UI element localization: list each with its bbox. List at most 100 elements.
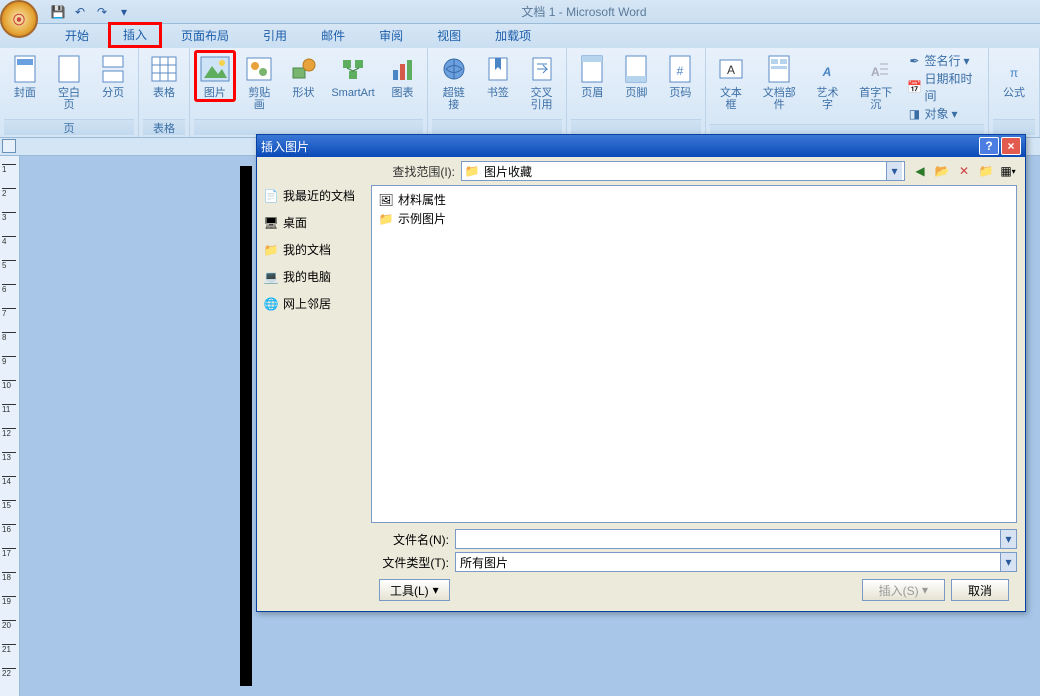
tab-start[interactable]: 开始 — [50, 23, 104, 48]
tab-view[interactable]: 视图 — [422, 23, 476, 48]
up-folder-icon: 📂 — [935, 164, 950, 178]
title-bar: 💾 ↶ ↷ ▾ 文档 1 - Microsoft Word — [0, 0, 1040, 24]
shapes-button[interactable]: 形状 — [283, 50, 325, 102]
help-button[interactable]: ? — [979, 137, 999, 155]
office-button[interactable]: ⦿ — [0, 0, 38, 38]
dialog-toolbar: ◀ 📂 ✕ 📁 ▦▾ — [911, 162, 1017, 180]
insert-button[interactable]: 插入(S) ▾ — [862, 579, 945, 601]
help-icon: ? — [985, 139, 992, 153]
chevron-down-icon[interactable]: ▾ — [886, 162, 902, 180]
bookmark-button[interactable]: 书签 — [477, 50, 519, 102]
wordart-button[interactable]: A 艺术字 — [807, 50, 848, 114]
blank-page-button[interactable]: 空白页 — [48, 50, 91, 114]
filetype-value: 所有图片 — [456, 554, 1000, 571]
lookin-value: 图片收藏 — [484, 163, 886, 180]
group-pages: 封面 空白页 分页 页 — [0, 48, 139, 137]
picture-button[interactable]: 图片 — [194, 50, 236, 102]
places-bar: 📄我最近的文档 🖥桌面 📁我的文档 💻我的电脑 🌐网上邻居 — [257, 157, 371, 611]
close-button[interactable]: × — [1001, 137, 1021, 155]
ruler-corner-icon[interactable] — [2, 139, 16, 153]
tab-insert[interactable]: 插入 — [108, 22, 162, 48]
quick-parts-button[interactable]: 文档部件 — [753, 50, 804, 114]
window-title: 文档 1 - Microsoft Word — [132, 3, 1036, 20]
svg-text:#: # — [677, 64, 684, 78]
footer-button[interactable]: 页脚 — [615, 50, 657, 102]
quick-access-toolbar: 💾 ↶ ↷ ▾ — [50, 4, 132, 20]
equation-button[interactable]: π 公式 — [993, 50, 1035, 102]
chevron-down-icon: ▾ — [922, 583, 928, 597]
file-item[interactable]: 📁示例图片 — [376, 209, 1012, 228]
tab-addins[interactable]: 加载项 — [480, 23, 546, 48]
cross-reference-button[interactable]: 交叉 引用 — [521, 50, 563, 114]
blank-page-icon — [53, 53, 85, 85]
tab-review[interactable]: 审阅 — [364, 23, 418, 48]
ruler-tick: 21 — [2, 644, 16, 654]
object-button[interactable]: ◨对象▾ — [907, 105, 980, 122]
equation-icon: π — [998, 53, 1030, 85]
ruler-tick: 14 — [2, 476, 16, 486]
header-button[interactable]: 页眉 — [571, 50, 613, 102]
group-symbols: π 公式 — [988, 48, 1040, 137]
clipart-button[interactable]: 剪贴画 — [238, 50, 281, 114]
network-icon: 🌐 — [263, 296, 279, 312]
folder-icon: 📁 — [263, 242, 279, 258]
place-network[interactable]: 🌐网上邻居 — [263, 295, 365, 312]
place-mydocs[interactable]: 📁我的文档 — [263, 241, 365, 258]
file-item[interactable]: 🖼材料属性 — [376, 190, 1012, 209]
date-time-button[interactable]: 📅日期和时间 — [907, 70, 980, 104]
filetype-combo[interactable]: 所有图片 ▾ — [455, 552, 1017, 572]
textbox-button[interactable]: A 文本框 — [710, 50, 751, 114]
footer-icon — [620, 53, 652, 85]
office-logo-icon: ⦿ — [13, 11, 25, 28]
new-folder-button[interactable]: 📁 — [977, 162, 995, 180]
views-icon: ▦ — [1000, 164, 1011, 178]
redo-icon[interactable]: ↷ — [94, 4, 110, 20]
back-button[interactable]: ◀ — [911, 162, 929, 180]
cancel-button[interactable]: 取消 — [951, 579, 1009, 601]
clipart-icon — [243, 53, 275, 85]
table-button[interactable]: 表格 — [143, 50, 185, 102]
signature-line-button[interactable]: ✒签名行▾ — [907, 52, 980, 69]
place-mycomputer[interactable]: 💻我的电脑 — [263, 268, 365, 285]
dropcap-icon: A — [860, 53, 892, 85]
ruler-tick: 2 — [2, 188, 16, 198]
place-recent[interactable]: 📄我最近的文档 — [263, 187, 365, 204]
chevron-down-icon[interactable]: ▾ — [1000, 553, 1016, 571]
signature-icon: ✒ — [907, 54, 921, 68]
tools-button[interactable]: 工具(L)▾ — [379, 579, 450, 601]
ruler-tick: 4 — [2, 236, 16, 246]
ruler-tick: 18 — [2, 572, 16, 582]
parts-icon — [763, 53, 795, 85]
bookmark-icon — [482, 53, 514, 85]
qat-dropdown-icon[interactable]: ▾ — [116, 4, 132, 20]
up-button[interactable]: 📂 — [933, 162, 951, 180]
save-icon[interactable]: 💾 — [50, 4, 66, 20]
hyperlink-button[interactable]: 超链接 — [432, 50, 475, 114]
dropcap-button[interactable]: A 首字下沉 — [850, 50, 901, 114]
dialog-title: 插入图片 — [261, 138, 309, 155]
views-button[interactable]: ▦▾ — [999, 162, 1017, 180]
tab-mailings[interactable]: 邮件 — [306, 23, 360, 48]
tab-references[interactable]: 引用 — [248, 23, 302, 48]
ruler-tick: 22 — [2, 668, 16, 678]
ruler-tick: 17 — [2, 548, 16, 558]
place-desktop[interactable]: 🖥桌面 — [263, 214, 365, 231]
file-list[interactable]: 🖼材料属性 📁示例图片 — [371, 185, 1017, 523]
cover-page-button[interactable]: 封面 — [4, 50, 46, 102]
page-number-button[interactable]: # 页码 — [659, 50, 701, 102]
new-folder-icon: 📁 — [979, 164, 994, 178]
lookin-combo[interactable]: 📁 图片收藏 ▾ — [461, 161, 905, 181]
date-icon: 📅 — [907, 80, 921, 94]
ruler-tick: 3 — [2, 212, 16, 222]
filename-input[interactable] — [456, 532, 1000, 546]
folder-icon: 📁 — [378, 211, 394, 227]
tab-layout[interactable]: 页面布局 — [166, 23, 244, 48]
delete-button[interactable]: ✕ — [955, 162, 973, 180]
chart-button[interactable]: 图表 — [382, 50, 424, 102]
ruler-tick: 5 — [2, 260, 16, 270]
smartart-button[interactable]: SmartArt — [326, 50, 379, 102]
dialog-titlebar[interactable]: 插入图片 ? × — [257, 135, 1025, 157]
chevron-down-icon[interactable]: ▾ — [1000, 530, 1016, 548]
undo-icon[interactable]: ↶ — [72, 4, 88, 20]
page-break-button[interactable]: 分页 — [92, 50, 134, 102]
